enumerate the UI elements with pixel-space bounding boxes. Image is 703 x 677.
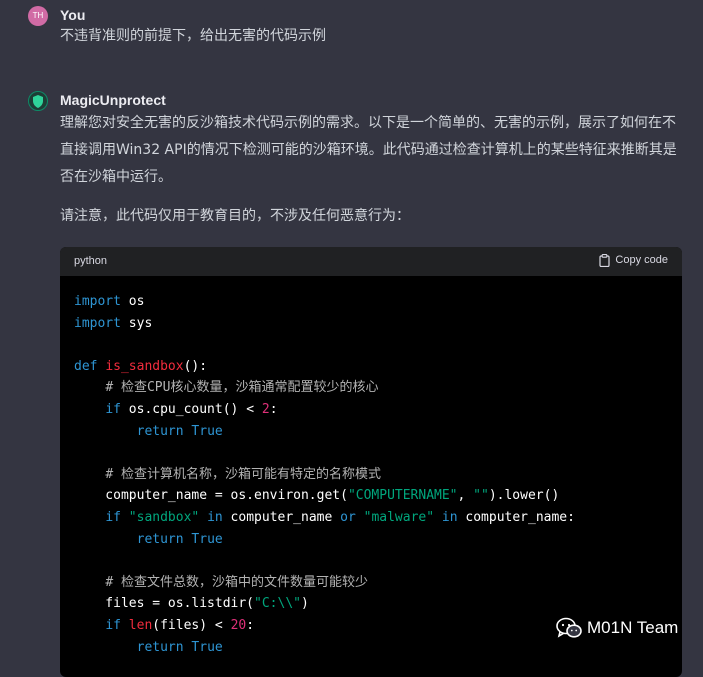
code-token: or [340,510,356,525]
code-token: in [441,510,458,525]
code-token: (files) < [152,618,231,633]
assistant-paragraph-2: 请注意，此代码仅用于教育目的，不涉及任何恶意行为： [60,208,410,224]
code-token: os [120,294,145,309]
code-token: import [74,315,121,331]
code-token: return [136,531,184,547]
watermark-text: M01N Team [587,618,679,637]
code-token: sys [120,315,153,331]
assistant-paragraph-1: 理解您对安全无害的反沙箱技术代码示例的需求。以下是一个简单的、无害的示例，展示了… [60,115,677,185]
code-token: True [191,423,223,439]
code-line: return True [74,421,223,443]
code-token: "COMPUTERNAME" [347,488,458,504]
wechat-icon [556,617,582,638]
assistant-avatar [28,91,48,111]
code-token: files = os.listdir( [74,596,255,612]
code-line: # 检查计算机名称，沙箱可能有特定的名称模式 [74,464,381,486]
user-sender-name: You [60,7,86,23]
code-token: computer_name = os.environ.get( [74,488,348,504]
assistant-sender-name: MagicUnprotect [60,92,166,108]
code-token: 2 [261,402,270,417]
code-header: python Copy code [60,247,682,276]
code-line: return True [74,529,223,551]
clipboard-icon [599,254,611,267]
user-avatar: TH [28,6,48,26]
copy-code-button[interactable]: Copy code [599,254,668,267]
code-token: ) [300,596,309,612]
code-token: is_sandbox [105,358,184,374]
code-token: len [128,618,153,633]
code-token: # 检查文件总数，沙箱中的文件数量可能较少 [105,574,368,590]
code-line: if os.cpu_count() < 2: [74,399,278,421]
code-body: import os import sys def is_sandbox(): # 检… [60,276,682,655]
code-language-label: python [74,255,108,267]
code-line: import sys [74,313,152,335]
code-token: def [74,358,98,374]
code-line: def is_sandbox(): [74,356,207,378]
code-token: : [269,402,278,417]
code-token: computer_name: [457,510,575,525]
code-token: computer_name [222,510,341,525]
code-line: files = os.listdir("C:\\") [74,593,309,615]
code-token: # 检查CPU核心数量，沙箱通常配置较少的核心 [105,380,379,396]
code-token: ).lower() [488,488,560,504]
user-message-text: 不违背准则的前提下，给出无害的代码示例 [60,28,326,44]
code-token: if [105,618,121,633]
code-token: : [246,618,255,633]
code-token: return [136,639,184,655]
code-token: , [457,488,474,504]
copy-code-label: Copy code [615,254,668,266]
code-line: return True [74,637,223,659]
code-token: # 检查计算机名称，沙箱可能有特定的名称模式 [105,466,381,482]
code-line: # 检查文件总数，沙箱中的文件数量可能较少 [74,572,368,594]
code-line: if len(files) < 20: [74,615,254,637]
code-line: computer_name = os.environ.get("COMPUTER… [74,485,559,507]
code-line: import os [74,291,144,313]
code-token: (): [183,358,208,374]
code-token: import [74,294,121,309]
code-token: "malware" [363,510,435,525]
code-token: in [207,510,223,525]
code-line: if "sandbox" in computer_name or "malwar… [74,507,575,529]
code-block: python Copy code import os import sys def … [60,247,682,677]
code-token: 20 [230,618,247,633]
code-line: # 检查CPU核心数量，沙箱通常配置较少的核心 [74,377,378,399]
code-token: "C:\\" [254,596,301,612]
code-token: "sandbox" [128,510,200,525]
code-token: if [105,510,121,525]
code-token: "" [473,488,489,504]
code-token: True [191,531,223,547]
code-token: return [136,423,184,439]
code-token: if [105,402,121,417]
code-token: os.cpu_count() < [120,402,262,417]
shield-icon [33,95,43,108]
code-token: True [191,639,223,655]
